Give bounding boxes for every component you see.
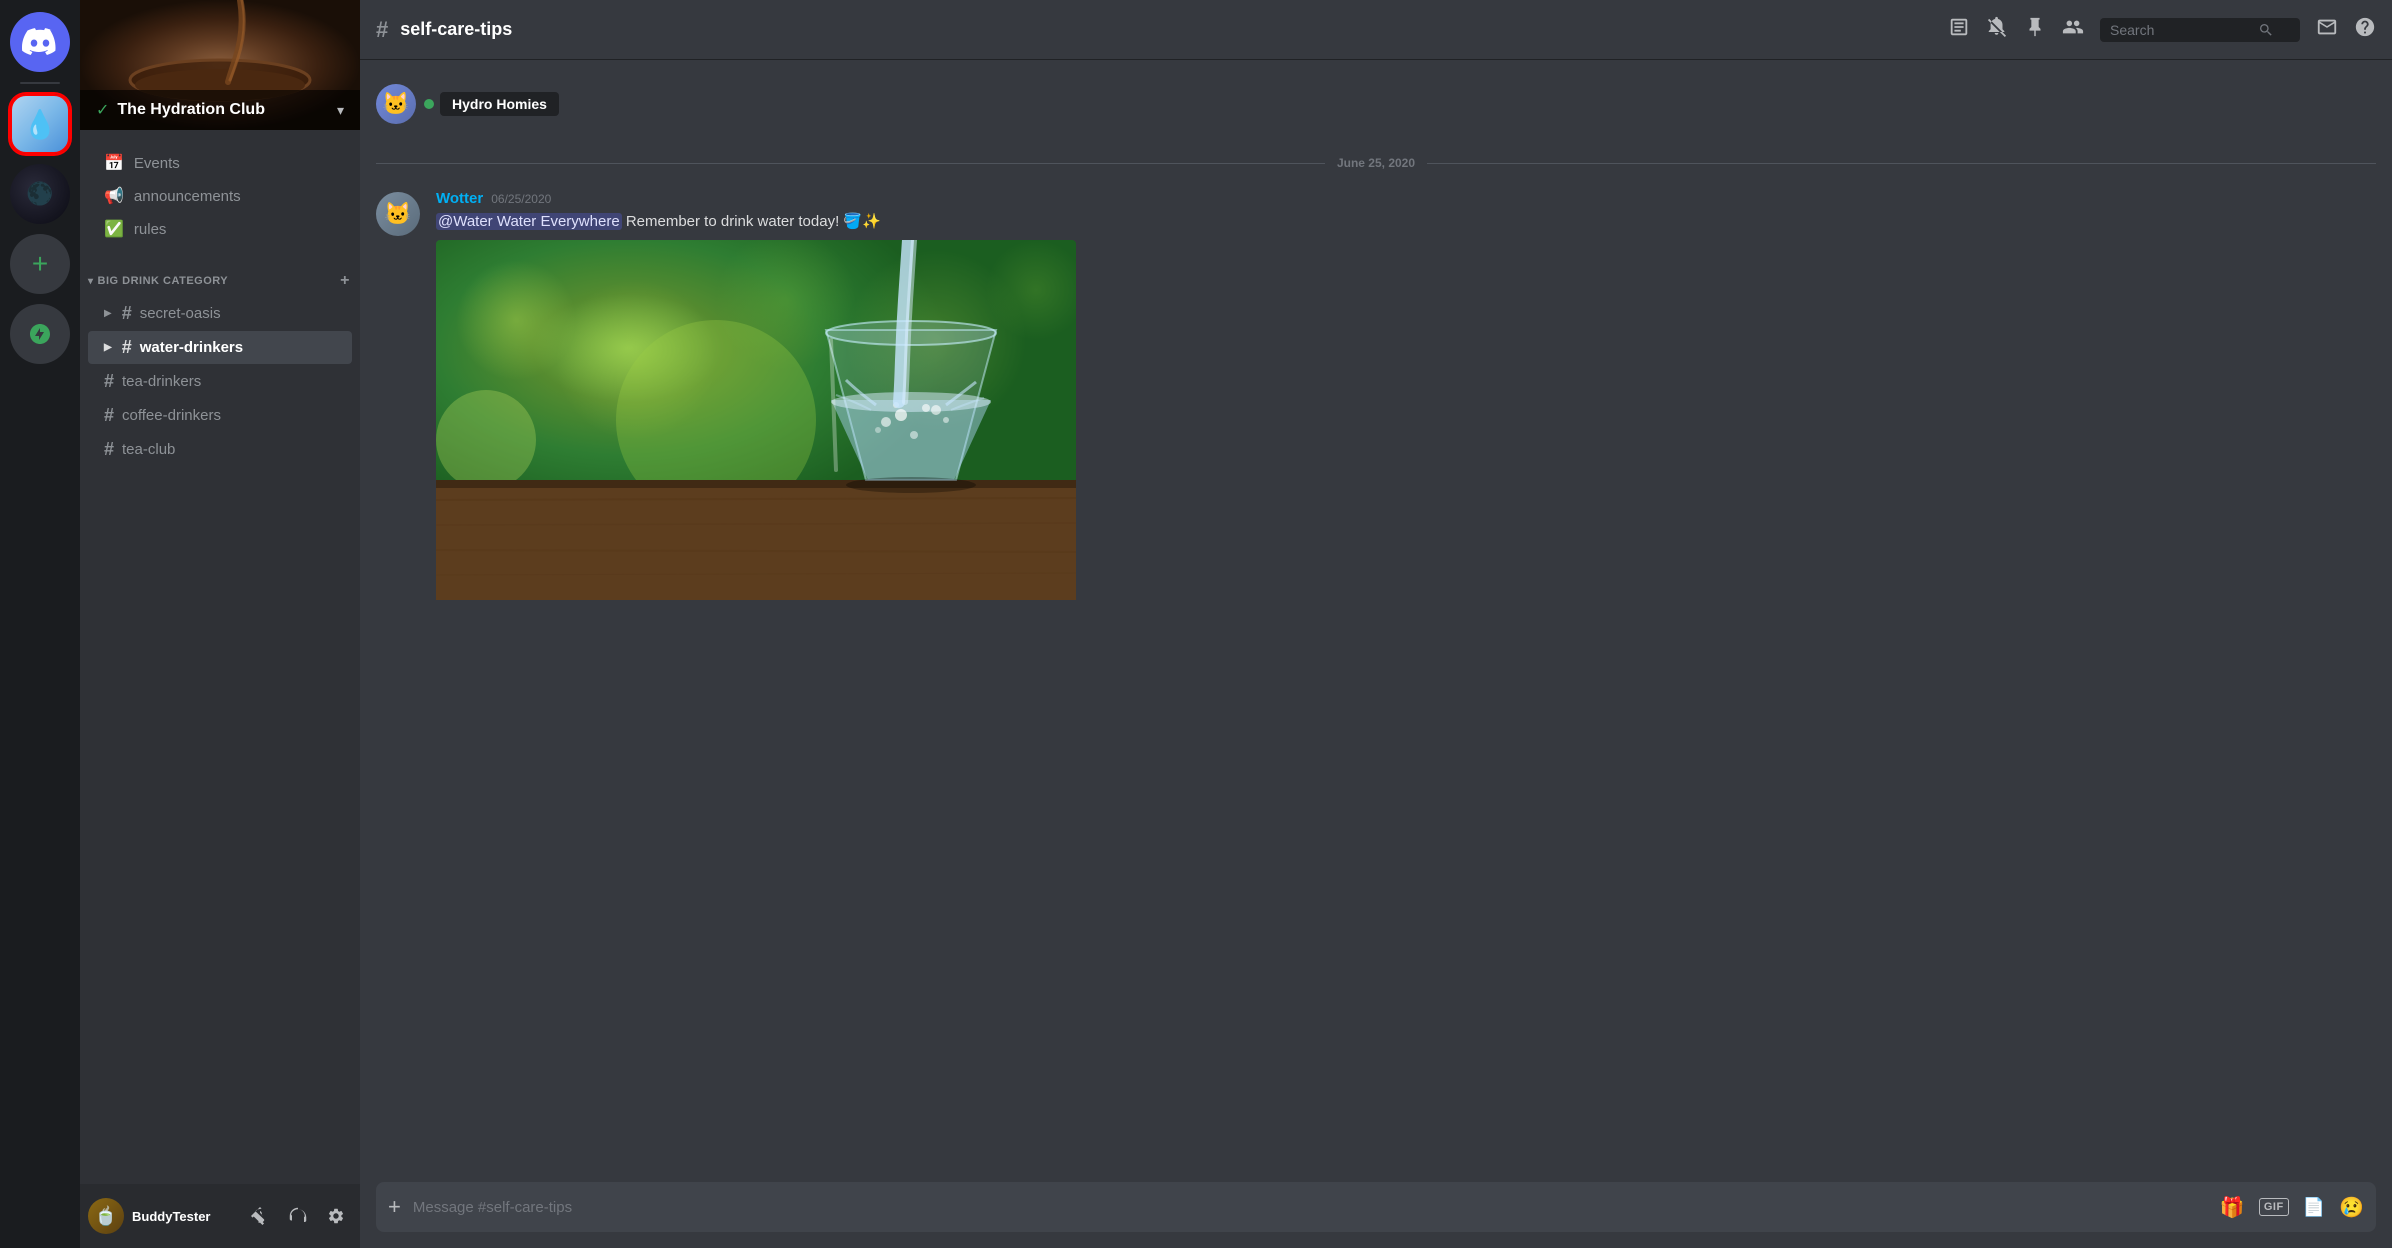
mute-button[interactable] xyxy=(244,1200,276,1232)
main-area: # self-care-tips xyxy=(360,0,2392,1248)
add-server-button[interactable]: + xyxy=(10,234,70,294)
category-header-left: ▾ BIG DRINK CATEGORY xyxy=(88,275,228,287)
category-collapse-icon: ▾ xyxy=(88,276,94,287)
threads-icon[interactable] xyxy=(1948,16,1970,44)
sticker-icon[interactable]: 📄 xyxy=(2303,1197,2325,1218)
search-bar[interactable] xyxy=(2100,18,2300,42)
emoji-icon[interactable]: 😢 xyxy=(2339,1195,2364,1220)
message-group: 🐱 Wotter 06/25/2020 @Water Water Everywh… xyxy=(360,186,2392,609)
server-icon-hydration[interactable]: 💧 xyxy=(10,94,70,154)
channel-secret-oasis-label: secret-oasis xyxy=(140,305,221,322)
message-author: Wotter xyxy=(436,190,483,207)
online-dot xyxy=(424,99,434,109)
thread-name: Hydro Homies xyxy=(440,92,559,116)
attach-button[interactable]: + xyxy=(388,1182,401,1232)
notifications-icon[interactable] xyxy=(1986,16,2008,44)
verified-icon: ✓ xyxy=(96,100,109,120)
thread-avatar: 🐱 xyxy=(376,84,416,124)
channel-rules-label: rules xyxy=(134,221,167,238)
channel-bullet-active-icon: ▶ xyxy=(104,342,112,353)
chat-input[interactable] xyxy=(413,1185,2208,1230)
gif-button[interactable]: GIF xyxy=(2259,1198,2289,1216)
help-icon[interactable] xyxy=(2354,16,2376,44)
message-text: @Water Water Everywhere Remember to drin… xyxy=(436,211,2376,232)
message-content: Wotter 06/25/2020 @Water Water Everywher… xyxy=(436,190,2376,605)
channel-tea-club-label: tea-club xyxy=(122,441,175,458)
channel-tea-club[interactable]: # tea-club xyxy=(88,433,352,466)
message-timestamp: 06/25/2020 xyxy=(491,192,551,206)
channel-tea-drinkers[interactable]: # tea-drinkers xyxy=(88,365,352,398)
channel-water-drinkers[interactable]: ▶ # water-drinkers xyxy=(88,331,352,364)
channel-coffee-drinkers[interactable]: # coffee-drinkers xyxy=(88,399,352,432)
special-channels: 📅 Events 📢 announcements ✅ rules xyxy=(80,138,360,254)
server-divider xyxy=(20,82,60,84)
search-input[interactable] xyxy=(2110,22,2250,38)
channel-coffee-drinkers-label: coffee-drinkers xyxy=(122,407,221,424)
message-avatar: 🐱 xyxy=(376,192,420,236)
category-header-big-drink[interactable]: ▾ BIG DRINK CATEGORY + xyxy=(80,254,360,296)
user-controls xyxy=(244,1200,352,1232)
header-icons xyxy=(1948,16,2376,44)
members-icon[interactable] xyxy=(2062,16,2084,44)
online-indicator: Hydro Homies xyxy=(424,92,559,116)
channel-hash-icon-3: # xyxy=(104,371,114,392)
channel-tea-drinkers-label: tea-drinkers xyxy=(122,373,201,390)
pinned-icon[interactable] xyxy=(2024,16,2046,44)
user-avatar: 🍵 xyxy=(88,1198,124,1234)
inbox-icon[interactable] xyxy=(2316,16,2338,44)
channel-rules[interactable]: ✅ rules xyxy=(88,213,352,245)
search-icon xyxy=(2258,22,2274,38)
chat-input-bar: + 🎁 GIF 📄 😢 xyxy=(376,1182,2376,1232)
channel-secret-oasis[interactable]: ▶ # secret-oasis xyxy=(88,297,352,330)
chat-input-area: + 🎁 GIF 📄 😢 xyxy=(360,1166,2392,1248)
water-image xyxy=(436,240,1076,600)
server-icon-dark[interactable]: 🌑 xyxy=(10,164,70,224)
channel-bullet-icon: ▶ xyxy=(104,308,112,319)
headset-button[interactable] xyxy=(282,1200,314,1232)
channel-water-drinkers-label: water-drinkers xyxy=(140,339,243,356)
category-add-button[interactable]: + xyxy=(338,270,352,292)
date-line-right xyxy=(1427,163,2376,164)
input-icons: 🎁 GIF 📄 😢 xyxy=(2220,1195,2364,1220)
channel-announcements-label: announcements xyxy=(134,188,241,205)
date-line-left xyxy=(376,163,1325,164)
channel-announcements[interactable]: 📢 announcements xyxy=(88,180,352,212)
events-icon: 📅 xyxy=(104,153,124,173)
channel-events[interactable]: 📅 Events xyxy=(88,147,352,179)
channel-list: 📅 Events 📢 announcements ✅ rules ▾ BIG D… xyxy=(80,130,360,1184)
discord-home-button[interactable] xyxy=(10,12,70,72)
chat-messages: 🐱 Hydro Homies June 25, 2020 🐱 Wotter 06… xyxy=(360,60,2392,1166)
category-name: BIG DRINK CATEGORY xyxy=(98,275,229,287)
channel-hash-icon: # xyxy=(122,303,132,324)
date-text: June 25, 2020 xyxy=(1337,156,1415,170)
thread-label: 🐱 Hydro Homies xyxy=(360,76,2392,140)
message-image xyxy=(436,240,1076,605)
user-name: BuddyTester xyxy=(132,1209,236,1224)
message-header: Wotter 06/25/2020 xyxy=(436,190,2376,207)
server-name: The Hydration Club xyxy=(117,101,329,119)
server-name-bar[interactable]: ✓ The Hydration Club ▾ xyxy=(80,90,360,130)
rules-icon: ✅ xyxy=(104,219,124,239)
user-info: BuddyTester xyxy=(132,1209,236,1224)
mention-tag: @Water Water Everywhere xyxy=(436,213,622,230)
explore-servers-button[interactable] xyxy=(10,304,70,364)
message-body: Remember to drink water today! 🪣✨ xyxy=(622,213,881,230)
chat-channel-hash: # xyxy=(376,17,388,43)
channel-sidebar: ✓ The Hydration Club ▾ 📅 Events 📢 announ… xyxy=(80,0,360,1248)
chat-channel-name: self-care-tips xyxy=(400,19,512,40)
user-bar: 🍵 BuddyTester xyxy=(80,1184,360,1248)
server-dropdown-arrow[interactable]: ▾ xyxy=(337,102,344,119)
server-sidebar: 💧 🌑 + xyxy=(0,0,80,1248)
channel-events-label: Events xyxy=(134,155,180,172)
channel-hash-icon-4: # xyxy=(104,405,114,426)
date-divider: June 25, 2020 xyxy=(360,140,2392,186)
channel-hash-icon-2: # xyxy=(122,337,132,358)
server-header: ✓ The Hydration Club ▾ xyxy=(80,0,360,130)
gift-icon[interactable]: 🎁 xyxy=(2220,1195,2245,1220)
chat-header: # self-care-tips xyxy=(360,0,2392,60)
announcements-icon: 📢 xyxy=(104,186,124,206)
settings-button[interactable] xyxy=(320,1200,352,1232)
channel-hash-icon-5: # xyxy=(104,439,114,460)
